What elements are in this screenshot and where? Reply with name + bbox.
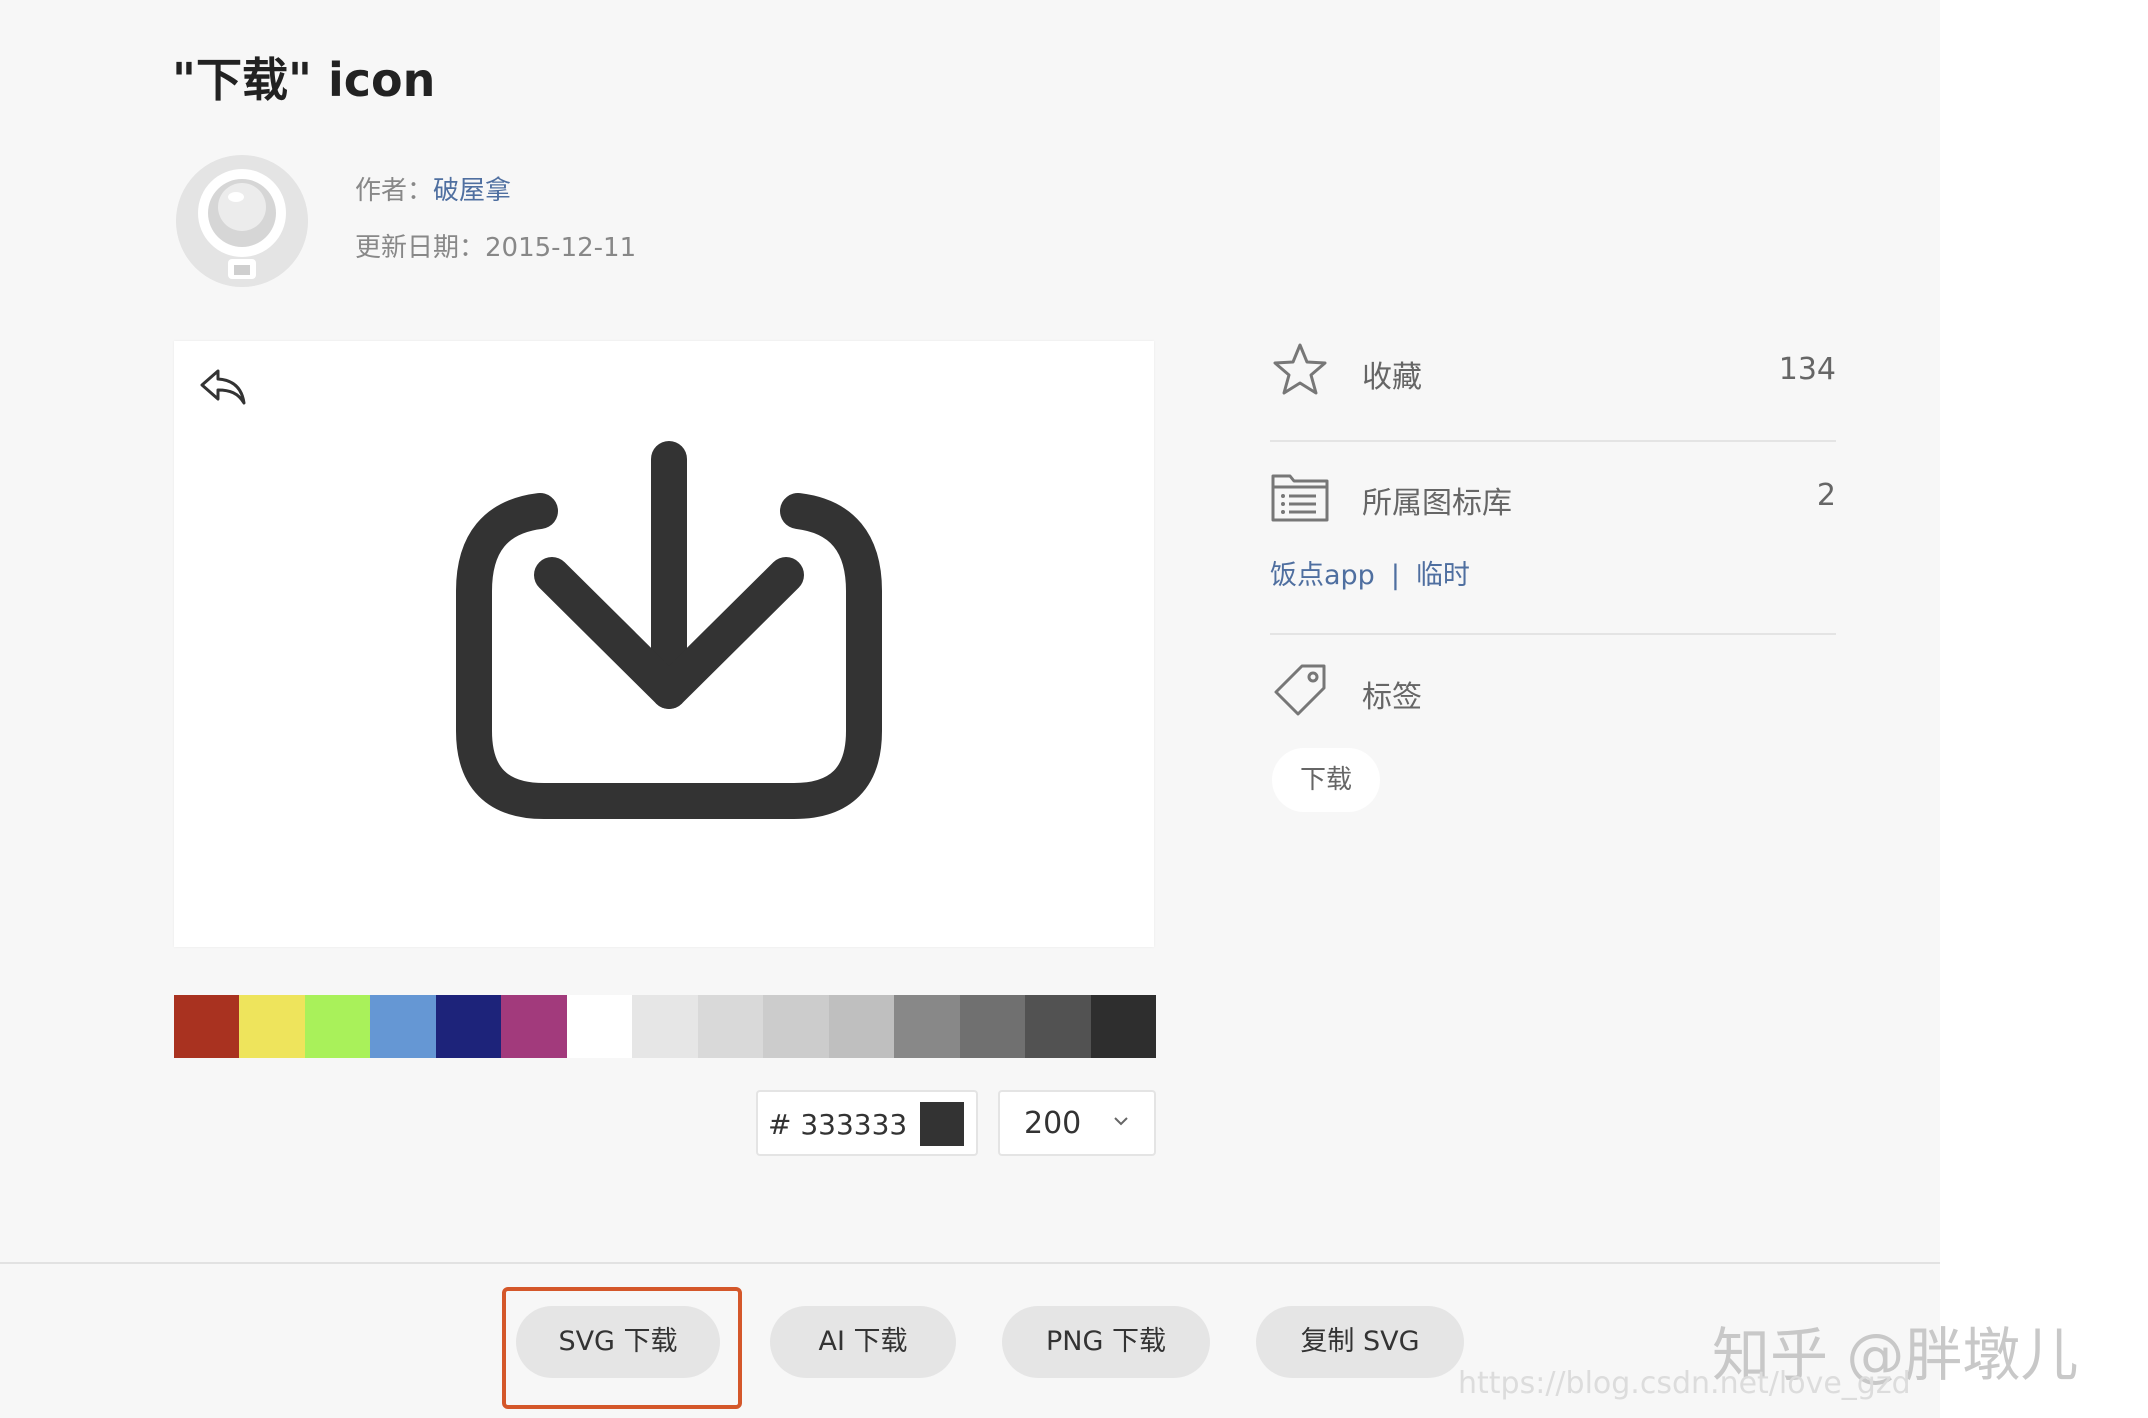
size-select[interactable]: 200 [998, 1090, 1156, 1156]
tags-row: 标签 [1270, 658, 1836, 718]
color-swatch[interactable] [370, 995, 436, 1058]
ai-download-button[interactable]: AI 下载 [770, 1306, 956, 1378]
icon-detail-panel: "下载" icon 作者：破屋拿 更新日期：2015-12-11 # 33333… [0, 0, 1940, 1418]
color-swatch[interactable] [239, 995, 305, 1058]
color-swatch[interactable] [959, 995, 1026, 1058]
author-avatar[interactable] [176, 155, 308, 287]
color-swatch[interactable] [435, 995, 502, 1058]
tag-chip-download[interactable]: 下载 [1272, 748, 1380, 812]
color-preview-swatch [920, 1102, 964, 1146]
color-palette [174, 995, 1157, 1058]
author-label: 作者： [355, 176, 434, 206]
color-swatch[interactable] [1090, 995, 1157, 1058]
color-hex-input[interactable] [768, 1102, 918, 1146]
chevron-down-icon [1114, 1117, 1128, 1126]
library-link-separator: | [1390, 560, 1400, 591]
color-swatch[interactable] [304, 995, 371, 1058]
color-swatch[interactable] [697, 995, 764, 1058]
author-name-link[interactable]: 破屋拿 [433, 176, 511, 206]
color-hex-field[interactable] [756, 1090, 978, 1156]
bottom-divider [0, 1262, 1940, 1264]
collect-label: 收藏 [1362, 360, 1422, 395]
tags-label: 标签 [1362, 680, 1422, 715]
library-count: 2 [1816, 478, 1836, 513]
undo-button[interactable] [196, 363, 248, 409]
update-date-label: 更新日期： [355, 233, 486, 263]
update-date-line: 更新日期：2015-12-11 [355, 227, 636, 264]
icon-preview-card [174, 341, 1154, 947]
color-swatch[interactable] [763, 995, 829, 1058]
library-links: 饭点app | 临时 [1270, 553, 1470, 592]
tag-icon [1274, 664, 1326, 716]
screenshot-stage: "下载" icon 作者：破屋拿 更新日期：2015-12-11 # 33333… [0, 0, 2148, 1418]
library-row: 所属图标库 2 [1270, 466, 1836, 526]
star-icon [1273, 343, 1327, 395]
author-line: 作者：破屋拿 [355, 170, 511, 207]
color-swatch[interactable] [501, 995, 567, 1058]
library-link-fandian[interactable]: 饭点app [1270, 560, 1375, 591]
color-swatch[interactable] [1025, 995, 1091, 1058]
png-download-button[interactable]: PNG 下载 [1002, 1306, 1210, 1378]
sidebar-divider [1270, 440, 1836, 442]
highlight-annotation-box [502, 1287, 742, 1409]
update-date-value: 2015-12-11 [485, 233, 637, 263]
collect-row[interactable]: 收藏 134 [1270, 340, 1836, 400]
collect-count: 134 [1778, 352, 1836, 387]
csdn-url-watermark: https://blog.csdn.net/love_gzd [1458, 1366, 1911, 1401]
color-swatch[interactable] [632, 995, 698, 1058]
color-swatch[interactable] [174, 995, 240, 1058]
download-icon [456, 441, 882, 819]
copy-svg-button[interactable]: 复制 SVG [1256, 1306, 1464, 1378]
library-link-temp[interactable]: 临时 [1416, 560, 1470, 591]
color-swatch[interactable] [828, 995, 895, 1058]
color-swatch[interactable] [894, 995, 960, 1058]
folder-list-icon [1271, 474, 1329, 522]
astronaut-avatar-icon [176, 155, 308, 287]
page-title: "下载" icon [172, 53, 436, 107]
undo-icon [200, 369, 246, 405]
sidebar-divider [1270, 633, 1836, 635]
size-value: 200 [1024, 1106, 1082, 1141]
color-swatch[interactable] [566, 995, 633, 1058]
library-label: 所属图标库 [1362, 486, 1512, 521]
